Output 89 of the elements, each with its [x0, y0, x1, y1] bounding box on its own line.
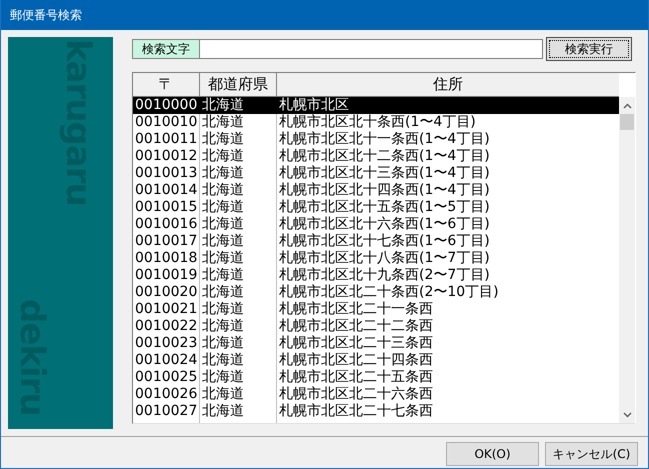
prefecture-cell-text: 北海道: [201, 403, 245, 420]
prefecture-cell-text: 北海道: [201, 114, 245, 131]
prefecture-cell-text: 北海道: [201, 131, 245, 148]
zip-cell-text: 0010013: [134, 165, 198, 182]
table-row[interactable]: 0010019 北海道 札幌市北区北十九条西(2〜7丁目): [133, 267, 619, 284]
prefecture-cell-text: 北海道: [201, 352, 245, 369]
address-cell-text: 札幌市北区北十六条西(1〜6丁目): [278, 216, 490, 233]
table-row[interactable]: 0010018 北海道 札幌市北区北十八条西(1〜7丁目): [133, 250, 619, 267]
scroll-down-icon[interactable]: [622, 412, 632, 418]
table-row[interactable]: 0010023 北海道 札幌市北区北二十三条西: [133, 335, 619, 352]
prefecture-cell-text: 北海道: [201, 148, 245, 165]
zip-cell-text: 0010014: [134, 182, 198, 199]
address-cell-text: 札幌市北区北二十二条西: [278, 318, 433, 335]
prefecture-cell-text: 北海道: [201, 233, 245, 250]
table-row[interactable]: 0010026 北海道 札幌市北区北二十六条西: [133, 386, 619, 403]
table-row[interactable]: 0010010 北海道 札幌市北区北十条西(1〜4丁目): [133, 114, 619, 131]
address-cell-text: 札幌市北区北十四条西(1〜4丁目): [278, 182, 490, 199]
column-header[interactable]: 〒: [133, 73, 200, 96]
address-cell-text: 札幌市北区北二十五条西: [278, 369, 433, 386]
column-header[interactable]: 住所: [277, 73, 619, 96]
prefecture-cell-text: 北海道: [201, 199, 245, 216]
zip-cell-text: 0010026: [134, 386, 198, 403]
scrollbar[interactable]: [619, 97, 635, 423]
zip-cell-text: 0010011: [134, 131, 198, 148]
table-row[interactable]: 0010017 北海道 札幌市北区北十七条西(1〜6丁目): [133, 233, 619, 250]
search-label: 検索文字: [132, 39, 200, 59]
address-cell-text: 札幌市北区北十一条西(1〜4丁目): [278, 131, 490, 148]
prefecture-cell-text: 北海道: [201, 335, 245, 352]
prefecture-cell-text: 北海道: [201, 318, 245, 335]
zip-cell-text: 0010021: [134, 301, 198, 318]
cancel-button[interactable]: キャンセル(C): [545, 442, 638, 466]
address-cell-text: 札幌市北区北十七条西(1〜6丁目): [278, 233, 490, 250]
address-cell-text: 札幌市北区北二十六条西: [278, 386, 433, 403]
prefecture-cell-text: 北海道: [201, 386, 245, 403]
table-row[interactable]: 0010021 北海道 札幌市北区北二十一条西: [133, 301, 619, 318]
zip-cell-text: 0010010: [134, 114, 198, 131]
zip-cell-text: 0010018: [134, 250, 198, 267]
zip-cell-text: 0010015: [134, 199, 198, 216]
zip-cell-text: 0010019: [134, 267, 198, 284]
zip-cell-text: 0010023: [134, 335, 198, 352]
table-row[interactable]: 0010012 北海道 札幌市北区北十二条西(1〜4丁目): [133, 148, 619, 165]
column-header[interactable]: 都道府県: [200, 73, 277, 96]
prefecture-cell-text: 北海道: [201, 165, 245, 182]
scroll-thumb[interactable]: [620, 114, 634, 130]
prefecture-cell-text: 北海道: [201, 97, 245, 114]
zip-cell-text: 0010024: [134, 352, 198, 369]
zip-cell-text: 0010027: [134, 403, 198, 420]
address-cell-text: 札幌市北区北十五条西(1〜5丁目): [278, 199, 490, 216]
search-field[interactable]: [200, 39, 543, 59]
address-cell-text: 札幌市北区北十三条西(1〜4丁目): [278, 165, 490, 182]
prefecture-cell-text: 北海道: [201, 182, 245, 199]
scroll-up-icon[interactable]: [622, 103, 632, 109]
prefecture-cell-text: 北海道: [201, 216, 245, 233]
address-cell-text: 札幌市北区北二十三条西: [278, 335, 433, 352]
zip-cell-text: 0010016: [134, 216, 198, 233]
window-title: 郵便番号検索: [10, 6, 82, 24]
address-cell-text: 札幌市北区北十八条西(1〜7丁目): [278, 250, 490, 267]
zip-cell-text: 0010017: [134, 233, 198, 250]
address-cell-text: 札幌市北区北二十七条西: [278, 403, 433, 420]
table-row[interactable]: 0010015 北海道 札幌市北区北十五条西(1〜5丁目): [133, 199, 619, 216]
address-cell-text: 札幌市北区北二十一条西: [278, 301, 433, 318]
zip-cell-text: 0010020: [134, 284, 198, 301]
address-cell-text: 札幌市北区北二十条西(2〜10丁目): [278, 284, 499, 301]
zip-cell-text: 0010025: [134, 369, 198, 386]
zip-cell-text: 0010012: [134, 148, 198, 165]
table-row[interactable]: 0010013 北海道 札幌市北区北十三条西(1〜4丁目): [133, 165, 619, 182]
table-row[interactable]: 0010014 北海道 札幌市北区北十四条西(1〜4丁目): [133, 182, 619, 199]
table-row[interactable]: 0010000 北海道 札幌市北区: [133, 97, 619, 114]
table-row[interactable]: 0010024 北海道 札幌市北区北二十四条西: [133, 352, 619, 369]
prefecture-cell-text: 北海道: [201, 267, 245, 284]
address-cell-text: 札幌市北区北二十四条西: [278, 352, 433, 369]
zip-cell-text: 0010000: [134, 97, 198, 114]
address-cell-text: 札幌市北区北十条西(1〜4丁目): [278, 114, 476, 131]
address-cell-text: 札幌市北区北十九条西(2〜7丁目): [278, 267, 490, 284]
table-row[interactable]: 0010025 北海道 札幌市北区北二十五条西: [133, 369, 619, 386]
prefecture-cell-text: 北海道: [201, 301, 245, 318]
table-row[interactable]: 0010022 北海道 札幌市北区北二十二条西: [133, 318, 619, 335]
search-button[interactable]: 検索実行: [546, 37, 632, 61]
table-row[interactable]: 0010016 北海道 札幌市北区北十六条西(1〜6丁目): [133, 216, 619, 233]
prefecture-cell-text: 北海道: [201, 284, 245, 301]
zip-cell-text: 0010022: [134, 318, 198, 335]
table-row[interactable]: 0010027 北海道 札幌市北区北二十七条西: [133, 403, 619, 420]
address-cell-text: 札幌市北区: [278, 97, 349, 114]
ok-button[interactable]: OK(O): [446, 442, 539, 466]
table-row[interactable]: 0010020 北海道 札幌市北区北二十条西(2〜10丁目): [133, 284, 619, 301]
table-row[interactable]: 0010011 北海道 札幌市北区北十一条西(1〜4丁目): [133, 131, 619, 148]
address-cell-text: 札幌市北区北十二条西(1〜4丁目): [278, 148, 490, 165]
prefecture-cell-text: 北海道: [201, 250, 245, 267]
prefecture-cell-text: 北海道: [201, 369, 245, 386]
